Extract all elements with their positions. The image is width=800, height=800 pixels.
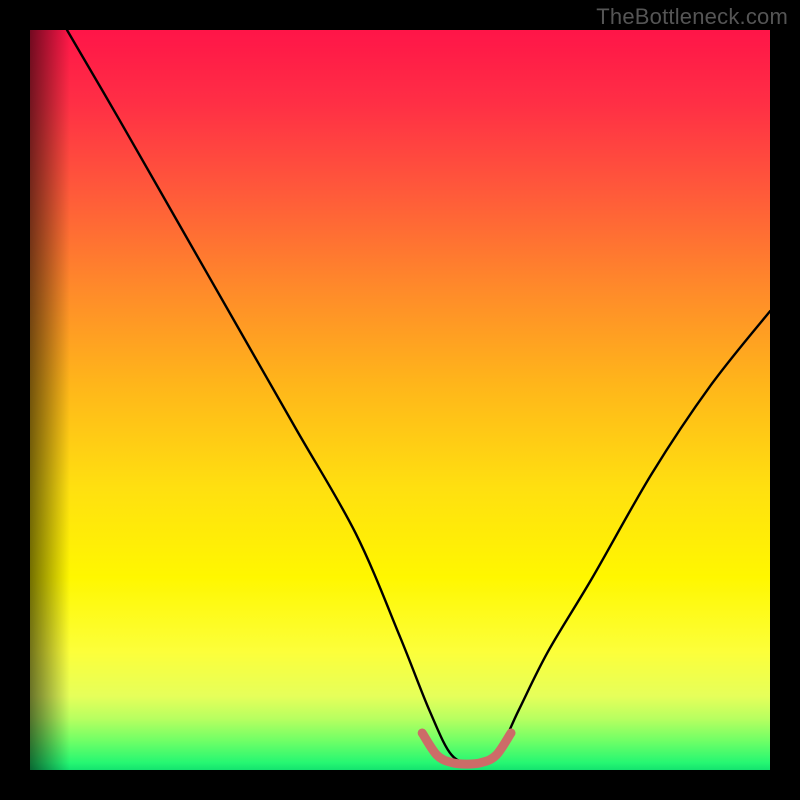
- chart-frame: TheBottleneck.com: [0, 0, 800, 800]
- curve-svg: [30, 30, 770, 770]
- plateau-marker-path: [422, 733, 511, 764]
- plot-area: [30, 30, 770, 770]
- watermark-text: TheBottleneck.com: [596, 4, 788, 30]
- bottleneck-curve-path: [67, 30, 770, 763]
